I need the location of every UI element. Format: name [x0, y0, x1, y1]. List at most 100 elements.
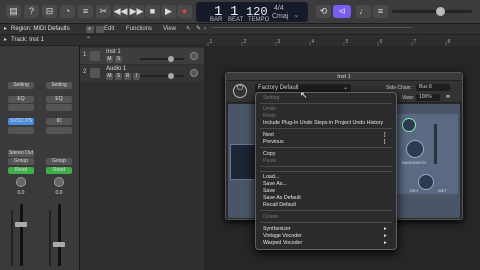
scroll-up-icon[interactable]: ⌃	[86, 35, 91, 46]
link-slot[interactable]	[8, 104, 34, 111]
library-button[interactable]: ▤	[6, 5, 21, 18]
track-inspector-label[interactable]: Track: Inst 1	[11, 35, 44, 46]
view-zoom-select[interactable]: 100%	[416, 94, 440, 101]
menu-item[interactable]: Include Plug-In Undo Steps in Project Un…	[263, 120, 383, 126]
bandwidth-knob[interactable]	[406, 140, 424, 158]
smart-controls-button[interactable]: ◔	[60, 5, 75, 18]
menu-item[interactable]: Next	[263, 132, 274, 138]
level-icon: ≡	[377, 6, 384, 16]
help-button[interactable]: ?	[24, 5, 39, 18]
automation-mode[interactable]: Read	[8, 167, 34, 174]
mixer-button[interactable]: ≡	[78, 5, 93, 18]
power-button[interactable]: ⏻	[233, 83, 247, 98]
region-triangle-icon[interactable]: ▸	[4, 24, 7, 35]
track-name[interactable]: Audio 1	[106, 66, 126, 72]
vocoder-slider[interactable]	[434, 124, 437, 164]
menu-item[interactable]: Load...	[263, 174, 279, 180]
lcd-display[interactable]: 1 1 BAR BEAT 120 TEMPO 4/4 Cmaj ⌄	[196, 2, 308, 23]
toolbar-button[interactable]: ⊟	[42, 5, 57, 18]
track-triangle-icon[interactable]: ▸	[4, 35, 7, 46]
master-volume-knob[interactable]	[436, 7, 445, 16]
menu-item[interactable]: Save As...	[263, 181, 287, 187]
volume-fader-track[interactable]	[58, 204, 61, 266]
mouse-cursor-icon: ↖	[300, 90, 308, 100]
link-slot[interactable]	[46, 104, 72, 111]
setting-slot[interactable]: Setting	[8, 82, 34, 89]
play-button[interactable]: ▶	[161, 5, 176, 18]
add-track-button[interactable]: +	[86, 26, 94, 33]
rewind-button[interactable]: ◀◀	[113, 5, 128, 18]
menu-item[interactable]: Save As Default	[263, 195, 301, 201]
output-slot[interactable]: Stereo Out	[8, 150, 34, 157]
menu-separator	[260, 171, 392, 172]
chevron-right-icon[interactable]: ›	[204, 24, 206, 35]
record-enable-button[interactable]: R	[124, 73, 131, 80]
metronome-button[interactable]: ⊲	[333, 5, 351, 18]
edit-menu[interactable]: Edit	[104, 24, 114, 35]
menu-item[interactable]: Recall Default	[263, 202, 296, 208]
stop-button[interactable]: ■	[145, 5, 160, 18]
zoom-slider-track[interactable]	[212, 27, 412, 28]
vocoder-controls: BANDWIDTH DRY WET	[396, 114, 458, 194]
solo-button[interactable]: S	[115, 56, 122, 63]
region-inspector-label[interactable]: Region: MIDI Defaults	[11, 24, 70, 35]
input-slot[interactable]: SVOC.PS	[8, 118, 34, 125]
editors-button[interactable]: ✂	[96, 5, 111, 18]
track-volume-knob[interactable]	[168, 56, 174, 62]
master-level-button[interactable]: ≡	[373, 5, 388, 18]
solo-button[interactable]: S	[115, 73, 122, 80]
eq-slot[interactable]: EQ	[46, 96, 72, 103]
volume-fader-track[interactable]	[20, 204, 23, 266]
track-header-inst1[interactable]: 1 Inst 1 M S	[80, 48, 204, 64]
group-slot[interactable]: Group	[8, 158, 34, 165]
track-volume-slider[interactable]	[140, 58, 184, 60]
menu-item[interactable]: Vintage Vocoder	[263, 233, 302, 239]
menu-item: Undo	[263, 106, 276, 112]
automation-mode[interactable]: Read	[46, 167, 72, 174]
track-pan-knob[interactable]	[190, 69, 198, 77]
plus-icon: +	[87, 26, 92, 33]
input-slot[interactable]: ID	[46, 118, 72, 125]
side-chain-select[interactable]: Bus 8	[416, 84, 450, 91]
menu-item[interactable]: Warped Vocoder	[263, 240, 302, 246]
group-slot[interactable]: Group	[46, 158, 72, 165]
key-signature: Cmaj	[272, 13, 289, 20]
mute-button[interactable]: M	[106, 56, 113, 63]
pencil-tool-icon[interactable]: ✎	[196, 24, 201, 35]
menu-item[interactable]: Copy	[263, 151, 275, 157]
duplicate-track-button[interactable]	[96, 26, 104, 33]
vocoder-knob-top[interactable]	[402, 118, 416, 132]
track-header-audio1[interactable]: 2 Audio 1 M S R I	[80, 65, 204, 81]
track-volume-slider[interactable]	[140, 75, 184, 77]
volume-fader-cap[interactable]	[53, 242, 65, 247]
link-icon[interactable]: ⚭	[445, 93, 451, 101]
audio-fx-slot[interactable]	[8, 127, 34, 134]
track-volume-knob[interactable]	[168, 73, 174, 79]
pan-knob[interactable]	[54, 177, 64, 187]
view-menu[interactable]: View	[163, 24, 176, 35]
audio-fx-slot[interactable]	[46, 127, 72, 134]
input-monitor-button[interactable]: I	[133, 73, 140, 80]
menu-item[interactable]: Synthesizer	[263, 226, 291, 232]
cycle-button[interactable]: ⟲	[316, 5, 331, 18]
eq-slot[interactable]: EQ	[8, 96, 34, 103]
menu-item[interactable]: Save	[263, 188, 275, 194]
lcd-dropdown-icon[interactable]: ⌄	[293, 10, 300, 19]
setting-slot[interactable]: Setting	[46, 82, 72, 89]
pointer-tool-icon[interactable]: ↖	[186, 24, 191, 35]
track-name[interactable]: Inst 1	[106, 49, 121, 55]
track-pan-knob[interactable]	[190, 52, 198, 60]
functions-menu[interactable]: Functions	[126, 24, 152, 35]
menu-item: Delete	[263, 214, 279, 220]
dry-wet-knob[interactable]	[418, 174, 434, 190]
pan-knob[interactable]	[16, 177, 26, 187]
chevron-down-icon: ⌄	[342, 85, 348, 91]
master-volume-slider[interactable]	[392, 10, 472, 13]
ruler[interactable]: 1 2 3 4 5 6 7 8	[204, 35, 480, 48]
menu-item[interactable]: Previous	[263, 139, 284, 145]
record-button[interactable]: ●	[177, 5, 192, 18]
volume-fader-cap[interactable]	[15, 222, 27, 227]
mute-button[interactable]: M	[106, 73, 113, 80]
count-in-button[interactable]: ♩	[356, 5, 371, 18]
forward-button[interactable]: ▶▶	[129, 5, 144, 18]
